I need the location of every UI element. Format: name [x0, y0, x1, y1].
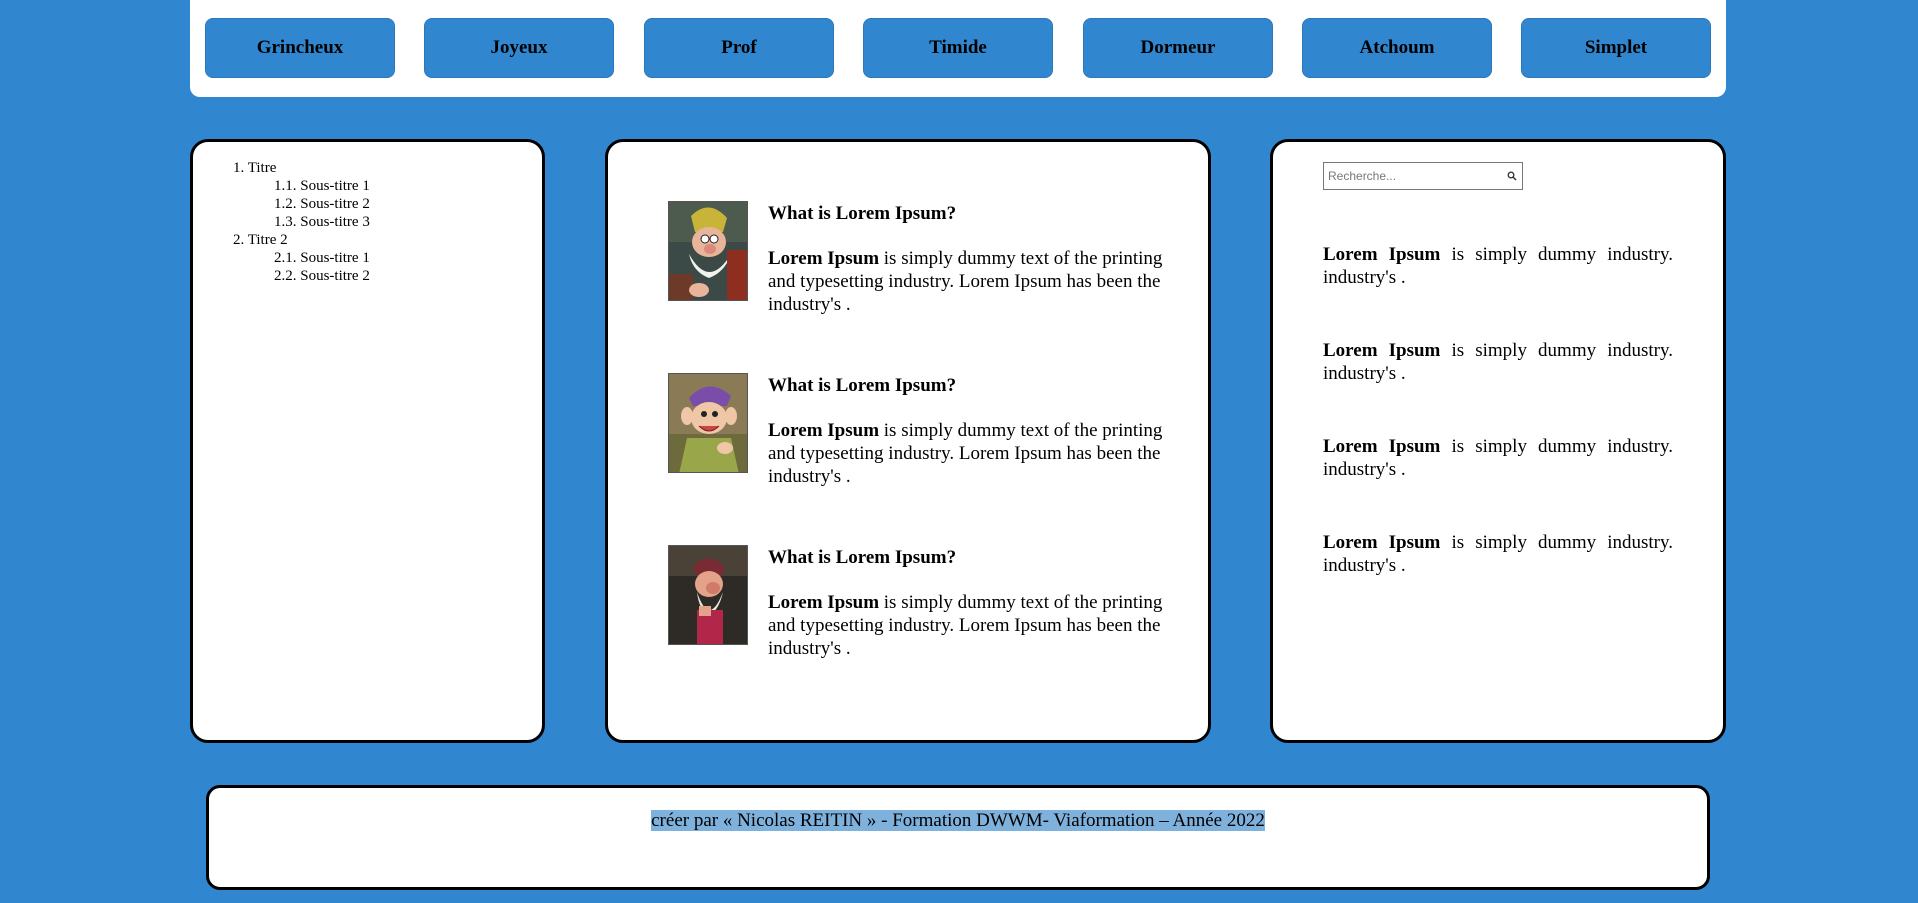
toc-number: 2.1.: [274, 250, 297, 266]
sidebar-bold: Lorem Ipsum: [1323, 532, 1441, 553]
article-bold: Lorem Ipsum: [768, 420, 880, 441]
toc-label: Sous-titre 1: [300, 250, 370, 266]
sidebar-text-item: Lorem Ipsum is simply dummy industry. in…: [1323, 531, 1673, 577]
footer: créer par « Nicolas REITIN » - Formation…: [206, 785, 1710, 890]
article-text: Lorem Ipsum is simply dummy text of the …: [768, 419, 1168, 488]
toc-subitem[interactable]: 2.2. Sous-titre 2: [233, 267, 370, 285]
sidebar-text-item: Lorem Ipsum is simply dummy industry. in…: [1323, 243, 1673, 289]
toc-panel: 1. Titre 1.1. Sous-titre 1 1.2. Sous-tit…: [190, 139, 545, 743]
toc-number: 1.1.: [274, 178, 297, 194]
article-text: Lorem Ipsum is simply dummy text of the …: [768, 591, 1168, 660]
nav-button-joyeux[interactable]: Joyeux: [424, 18, 614, 78]
sidebar-bold: Lorem Ipsum: [1323, 340, 1441, 361]
footer-text: créer par « Nicolas REITIN » - Formation…: [209, 810, 1707, 832]
toc-subitem[interactable]: 1.3. Sous-titre 3: [233, 213, 370, 231]
sidebar-text-item: Lorem Ipsum is simply dummy industry. in…: [1323, 339, 1673, 385]
toc-number: 1.3.: [274, 214, 297, 230]
sidebar-panel: Lorem Ipsum is simply dummy industry. in…: [1270, 139, 1726, 743]
toc-number: 1.2.: [274, 196, 297, 212]
toc-subitem[interactable]: 2.1. Sous-titre 1: [233, 249, 370, 267]
nav-button-grincheux[interactable]: Grincheux: [205, 18, 395, 78]
sidebar-text-item: Lorem Ipsum is simply dummy industry. in…: [1323, 435, 1673, 481]
search-input[interactable]: [1326, 164, 1502, 188]
footer-credit: créer par « Nicolas REITIN » - Formation…: [651, 810, 1265, 831]
sidebar-bold: Lorem Ipsum: [1323, 436, 1441, 457]
toc-label: Titre 2: [247, 232, 288, 248]
nav-button-prof[interactable]: Prof: [644, 18, 834, 78]
dwarf-portrait-doc: [668, 201, 748, 301]
article-bold: Lorem Ipsum: [768, 592, 880, 613]
toc-subitem[interactable]: 1.1. Sous-titre 1: [233, 177, 370, 195]
toc-label: Sous-titre 1: [300, 178, 370, 194]
toc-item[interactable]: 1. Titre: [233, 159, 370, 177]
toc-label: Sous-titre 2: [300, 268, 370, 284]
toc-number: 1.: [233, 160, 245, 176]
nav-button-atchoum[interactable]: Atchoum: [1302, 18, 1492, 78]
articles-panel: What is Lorem Ipsum? Lorem Ipsum is simp…: [605, 139, 1211, 743]
article-bold: Lorem Ipsum: [768, 248, 880, 269]
article-text: Lorem Ipsum is simply dummy text of the …: [768, 247, 1168, 316]
toc-label: Sous-titre 2: [300, 196, 370, 212]
toc-number: 2.2.: [274, 268, 297, 284]
nav-button-simplet[interactable]: Simplet: [1521, 18, 1711, 78]
toc-label: Titre: [247, 160, 277, 176]
article-title: What is Lorem Ipsum?: [768, 203, 957, 224]
sidebar-bold: Lorem Ipsum: [1323, 244, 1441, 265]
top-nav: Grincheux Joyeux Prof Timide Dormeur Atc…: [190, 0, 1726, 97]
nav-button-dormeur[interactable]: Dormeur: [1083, 18, 1273, 78]
nav-button-timide[interactable]: Timide: [863, 18, 1053, 78]
dwarf-portrait-dopey: [668, 373, 748, 473]
search-icon[interactable]: [1502, 166, 1522, 186]
toc-item[interactable]: 2. Titre 2: [233, 231, 370, 249]
dwarf-portrait-grumpy: [668, 545, 748, 645]
article-title: What is Lorem Ipsum?: [768, 547, 957, 568]
search-box: [1323, 162, 1523, 190]
toc-number: 2.: [233, 232, 245, 248]
toc-subitem[interactable]: 1.2. Sous-titre 2: [233, 195, 370, 213]
table-of-contents: 1. Titre 1.1. Sous-titre 1 1.2. Sous-tit…: [233, 159, 370, 285]
toc-label: Sous-titre 3: [300, 214, 370, 230]
article-title: What is Lorem Ipsum?: [768, 375, 957, 396]
